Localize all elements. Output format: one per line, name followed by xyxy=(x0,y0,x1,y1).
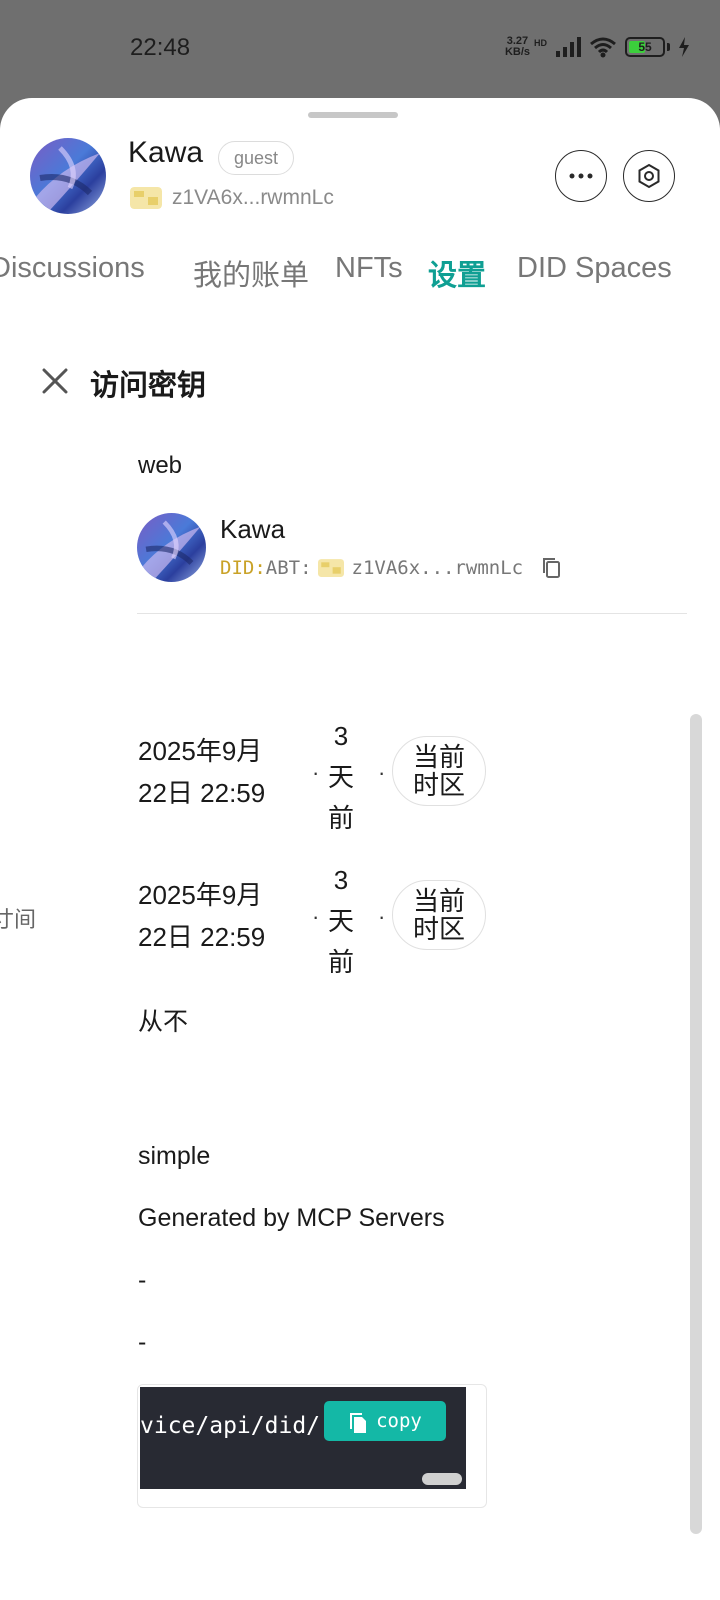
remark-value: Generated by MCP Servers xyxy=(138,1204,445,1232)
created-relative-number: 3 xyxy=(333,721,349,751)
did-prefix: DID: xyxy=(220,557,266,579)
close-icon[interactable] xyxy=(38,364,72,398)
signal-icon xyxy=(556,37,581,57)
created-relative: 3 天 前 xyxy=(326,716,356,839)
side-label-fragment: 寸间 xyxy=(0,907,37,932)
status-time: 22:48 xyxy=(130,34,191,61)
copy-icon xyxy=(350,1413,367,1433)
tab-billing[interactable]: 我的账单 xyxy=(193,252,309,294)
created-relative-suffix: 前 xyxy=(327,803,354,833)
updated-at-row: 2025年9月 22日 22:59 · 3 天 前 · 当前 时区 xyxy=(138,860,498,980)
owner-avatar-image xyxy=(137,513,206,582)
avatar-image xyxy=(30,138,106,214)
owner-did: DID: ABT: z1VA6x...rwmnLc xyxy=(220,556,563,580)
settings-icon xyxy=(638,163,660,189)
field-a-value: - xyxy=(138,1266,147,1294)
code-container: vice/api/did/ copy xyxy=(137,1384,487,1508)
timezone-line2: 时区 xyxy=(412,914,465,944)
separator-dot: · xyxy=(312,760,320,785)
horizontal-scrollbar[interactable] xyxy=(422,1473,462,1485)
status-bar: 22:48 3.27 KB/s HD 55 xyxy=(0,0,720,100)
owner-name: Kawa xyxy=(220,514,286,544)
did-identicon-icon xyxy=(317,559,344,577)
created-at-row: 2025年9月 22日 22:59 · 3 天 前 · 当前 时区 xyxy=(138,716,498,836)
tab-did-spaces[interactable]: DID Spaces xyxy=(517,252,672,285)
expires-value: 从不 xyxy=(138,1008,189,1036)
copy-button-label: copy xyxy=(376,1410,422,1432)
hd-badge: HD xyxy=(534,38,547,48)
created-date-line2: 22日 22:59 xyxy=(138,778,266,808)
avatar[interactable] xyxy=(30,138,106,214)
more-button[interactable] xyxy=(555,150,607,202)
did-type: ABT: xyxy=(265,557,312,579)
timezone-badge[interactable]: 当前 时区 xyxy=(392,736,486,806)
did-identicon-icon xyxy=(130,187,162,209)
created-date: 2025年9月 22日 22:59 xyxy=(138,730,265,814)
tab-settings[interactable]: 设置 xyxy=(428,252,486,294)
separator-dot: · xyxy=(378,904,386,929)
updated-relative-number: 3 xyxy=(333,865,349,895)
created-date-line1: 2025年9月 xyxy=(138,736,263,766)
timezone-line1: 当前 xyxy=(412,742,465,772)
battery-percent: 55 xyxy=(638,40,652,54)
tab-bar: Discussions 我的账单 NFTs 设置 DID Spaces xyxy=(0,252,720,312)
updated-date-line2: 22日 22:59 xyxy=(138,922,266,952)
updated-relative: 3 天 前 xyxy=(326,860,356,983)
timezone-line1: 当前 xyxy=(412,886,465,916)
bottom-sheet: Kawa guest z1VA6x...rwmnLc Discussions 我… xyxy=(0,98,720,1600)
settings-button[interactable] xyxy=(623,150,675,202)
updated-relative-unit: 天 xyxy=(327,906,354,936)
battery-tip xyxy=(667,43,670,51)
owner-avatar xyxy=(137,513,206,582)
profile-did[interactable]: z1VA6x...rwmnLc xyxy=(130,186,334,210)
network-speed-unit: KB/s xyxy=(504,46,530,58)
profile-did-text: z1VA6x...rwmnLc xyxy=(172,186,334,209)
timezone-badge[interactable]: 当前 时区 xyxy=(392,880,486,950)
tab-nfts[interactable]: NFTs xyxy=(335,252,403,285)
battery-icon: 55 xyxy=(625,37,665,57)
source-value: web xyxy=(138,452,183,479)
panel-title: 访问密钥 xyxy=(90,370,207,402)
did-address: z1VA6x...rwmnLc xyxy=(351,557,524,579)
created-relative-unit: 天 xyxy=(327,762,354,792)
divider xyxy=(137,613,687,614)
profile-name: Kawa xyxy=(128,136,204,169)
timezone-line2: 时区 xyxy=(412,770,465,800)
drag-handle[interactable] xyxy=(308,112,398,118)
status-icons: 3.27 KB/s HD 55 xyxy=(505,36,690,58)
updated-relative-suffix: 前 xyxy=(327,947,354,977)
role-badge: guest xyxy=(218,141,295,175)
code-snippet: vice/api/did/ xyxy=(140,1413,321,1439)
charging-icon xyxy=(679,37,689,57)
vertical-scrollbar[interactable] xyxy=(690,714,702,1534)
updated-date-line1: 2025年9月 xyxy=(138,880,263,910)
network-speed: 3.27 KB/s xyxy=(505,36,530,58)
updated-date: 2025年9月 22日 22:59 xyxy=(138,874,265,958)
field-b-value: - xyxy=(138,1328,147,1356)
tab-discussions[interactable]: Discussions xyxy=(0,252,145,285)
copy-button[interactable]: copy xyxy=(324,1401,446,1441)
auth-type-value: simple xyxy=(138,1142,211,1170)
separator-dot: · xyxy=(378,760,386,785)
code-block[interactable]: vice/api/did/ copy xyxy=(140,1387,466,1489)
separator-dot: · xyxy=(312,904,320,929)
more-icon xyxy=(569,173,593,179)
copy-icon[interactable] xyxy=(541,556,563,580)
wifi-icon xyxy=(590,37,616,58)
